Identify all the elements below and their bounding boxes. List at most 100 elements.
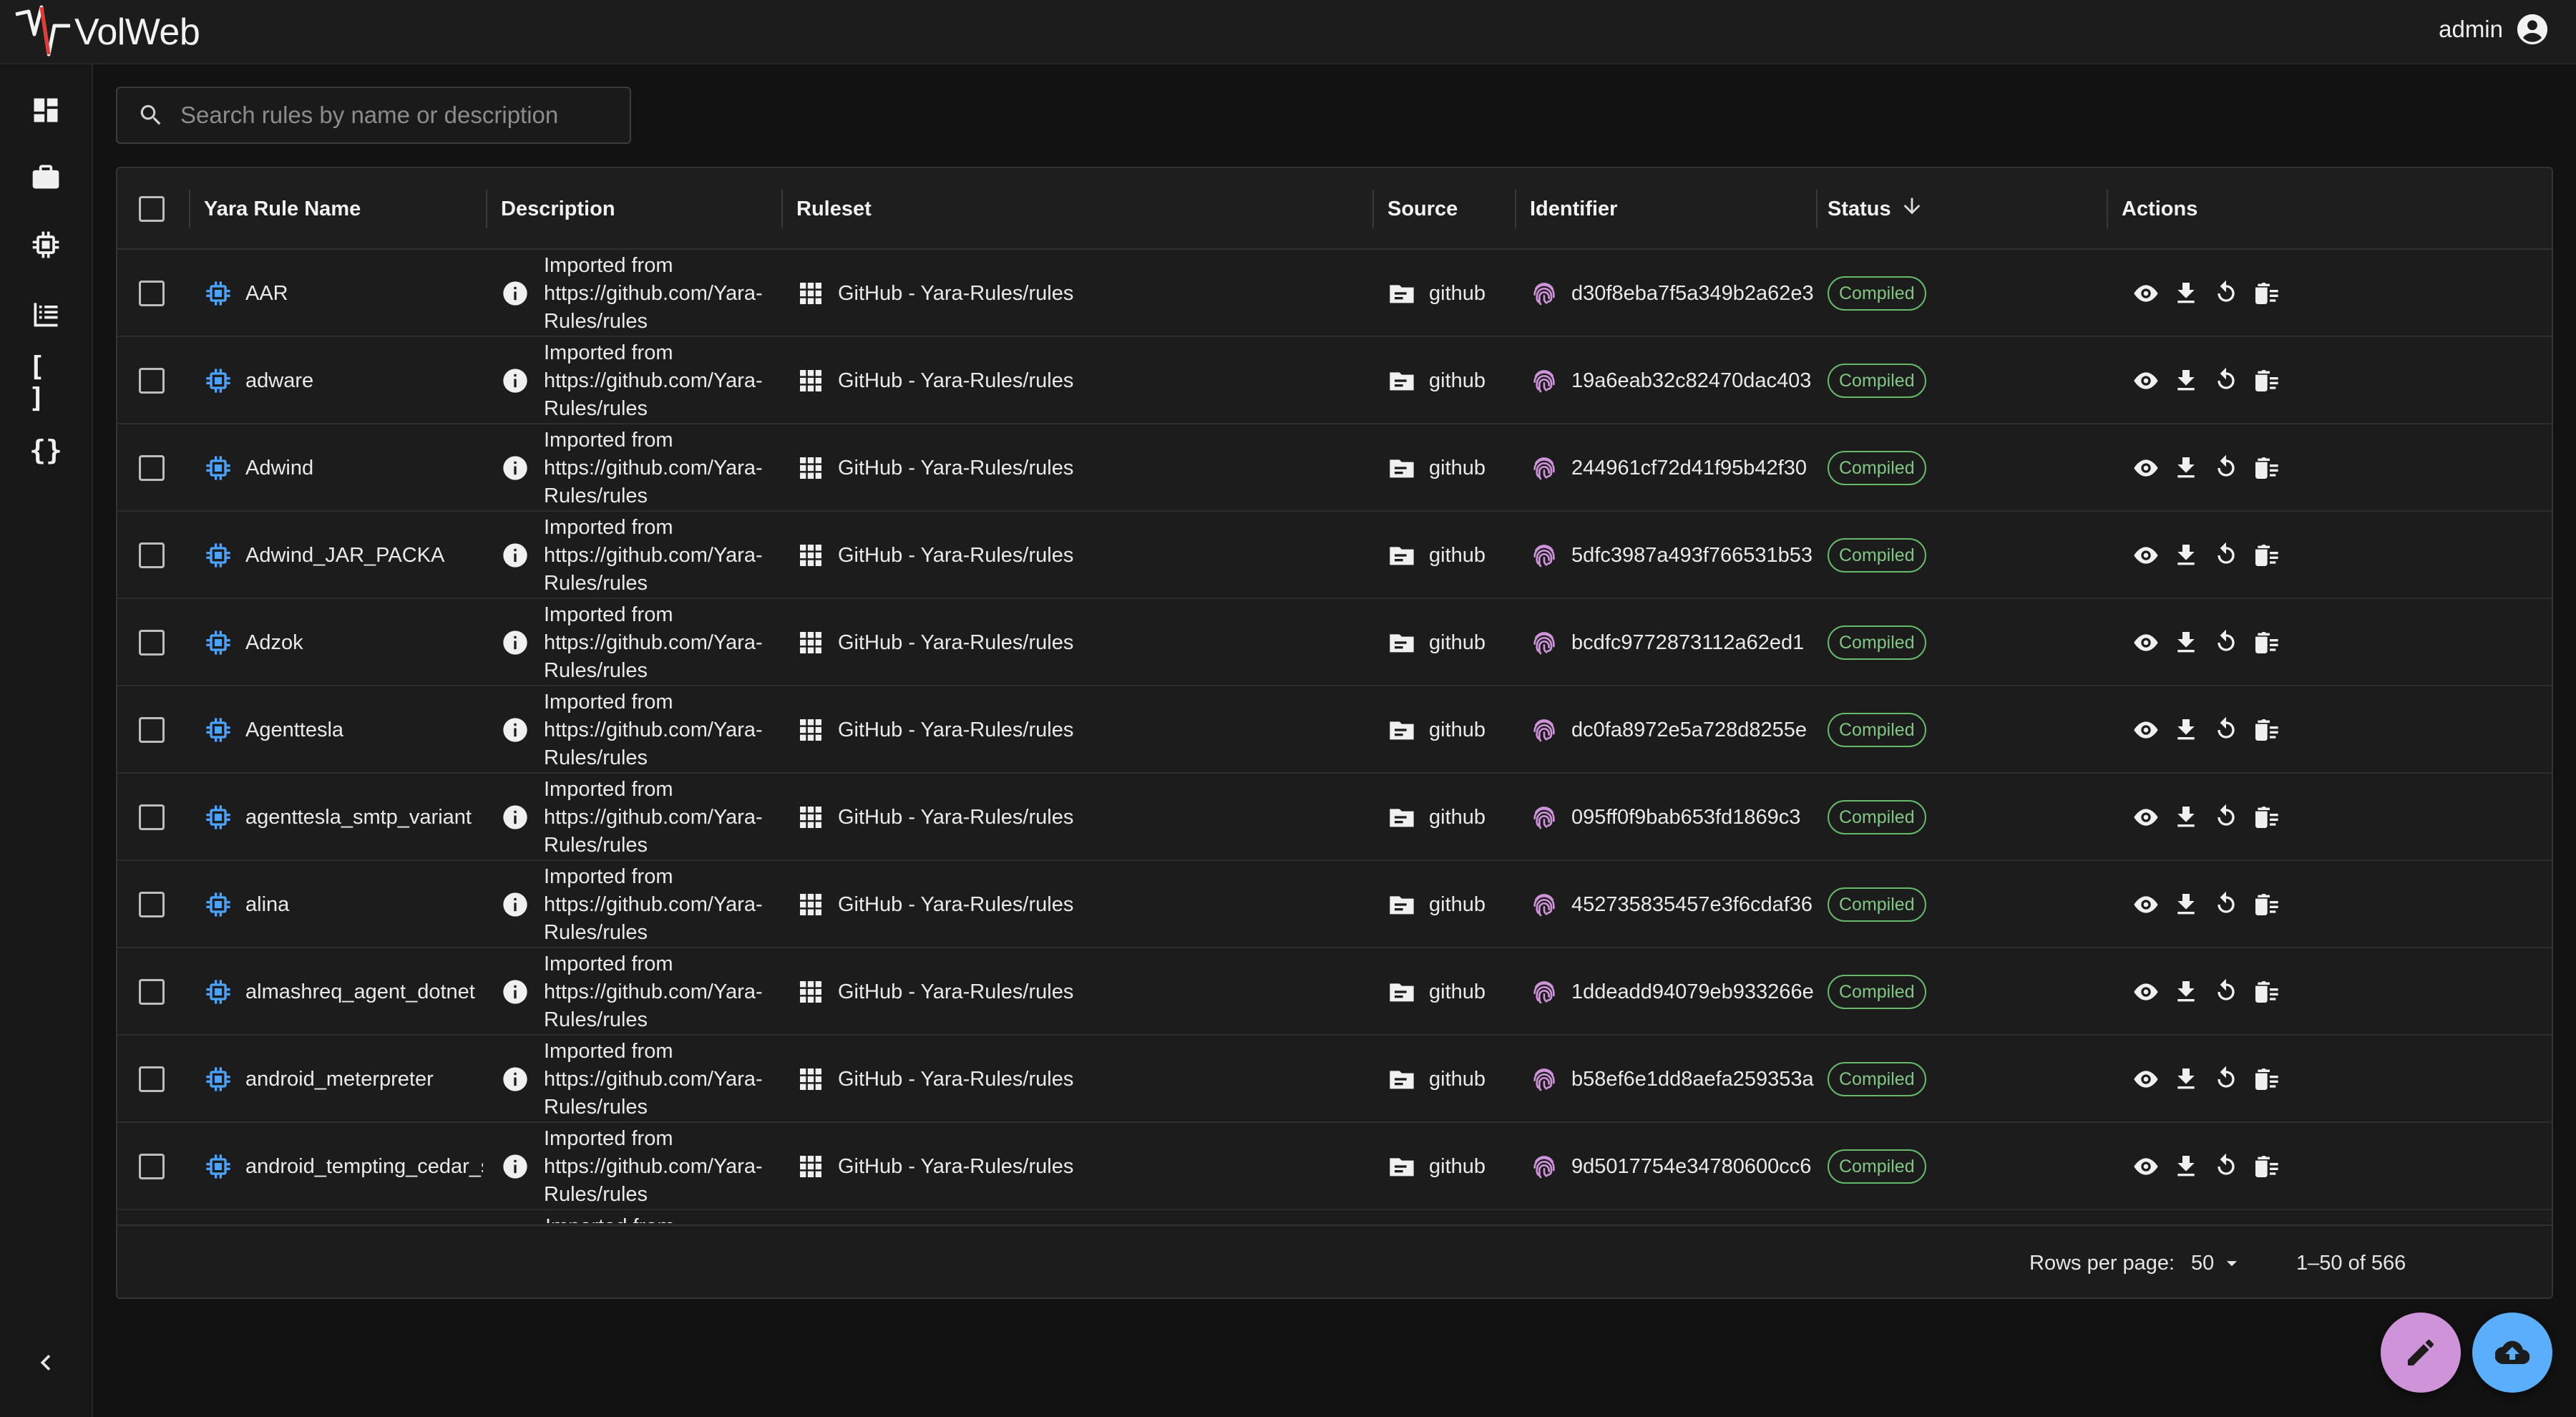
- row-checkbox[interactable]: [139, 979, 165, 1005]
- col-header-ruleset[interactable]: Ruleset: [796, 168, 872, 250]
- recompile-button[interactable]: [2208, 625, 2244, 661]
- recompile-button[interactable]: [2208, 276, 2244, 311]
- sort-direction[interactable]: [1891, 194, 1924, 224]
- refresh-icon: [2218, 454, 2235, 477]
- download-button[interactable]: [2168, 1061, 2204, 1097]
- col-header-source[interactable]: Source: [1387, 168, 1458, 250]
- download-button[interactable]: [2168, 363, 2204, 399]
- download-button[interactable]: [2168, 276, 2204, 311]
- row-checkbox[interactable]: [139, 281, 165, 306]
- download-button[interactable]: [2168, 887, 2204, 922]
- col-header-description[interactable]: Description: [501, 168, 615, 250]
- download-button[interactable]: [2168, 625, 2204, 661]
- recompile-button[interactable]: [2208, 537, 2244, 573]
- row-checkbox[interactable]: [139, 368, 165, 394]
- recompile-button[interactable]: [2208, 1061, 2244, 1097]
- row-checkbox[interactable]: [139, 1154, 165, 1179]
- status-cell: Compiled: [1828, 599, 1926, 686]
- view-button[interactable]: [2128, 887, 2164, 922]
- delete-button[interactable]: [2248, 276, 2284, 311]
- upload-fab-button[interactable]: [2472, 1313, 2552, 1393]
- download-button[interactable]: [2168, 799, 2204, 835]
- table-row[interactable]: alina Imported from https://github.com/Ya…: [117, 861, 2552, 948]
- brand[interactable]: VolWeb: [13, 4, 200, 60]
- sidebar-item-list[interactable]: [29, 296, 63, 331]
- info-icon: [503, 1067, 527, 1091]
- view-button[interactable]: [2128, 625, 2164, 661]
- view-icon: [2134, 1071, 2158, 1088]
- col-header-name[interactable]: Yara Rule Name: [204, 168, 361, 250]
- table-row[interactable]: AAR Imported from https://github.com/Yara…: [117, 250, 2552, 337]
- table-row[interactable]: adware Imported from https://github.com/Y…: [117, 337, 2552, 424]
- table-row[interactable]: almashreq_agent_dotnet Imported from http…: [117, 948, 2552, 1036]
- view-button[interactable]: [2128, 450, 2164, 486]
- sidebar-collapse-button[interactable]: [30, 1347, 62, 1378]
- recompile-button[interactable]: [2208, 974, 2244, 1010]
- recompile-button[interactable]: [2208, 887, 2244, 922]
- delete-button[interactable]: [2248, 625, 2284, 661]
- download-button[interactable]: [2168, 450, 2204, 486]
- identifier-cell: 5dfc3987a493f766531b53: [1530, 512, 1815, 599]
- ruleset-name: GitHub - Yara-Rules/rules: [838, 630, 1074, 654]
- table-row[interactable]: android_tempting_cedar_s Imported from ht…: [117, 1123, 2552, 1210]
- sidebar-item-brackets[interactable]: [ ]: [29, 351, 63, 414]
- ruleset-cell: GitHub - Yara-Rules/rules: [796, 774, 1073, 861]
- delete-button[interactable]: [2248, 1061, 2284, 1097]
- row-checkbox[interactable]: [139, 804, 165, 830]
- delete-button[interactable]: [2248, 712, 2284, 748]
- download-button[interactable]: [2168, 537, 2204, 573]
- view-button[interactable]: [2128, 974, 2164, 1010]
- row-checkbox[interactable]: [139, 892, 165, 917]
- delete-button[interactable]: [2248, 887, 2284, 922]
- sidebar-item-memory[interactable]: [29, 228, 63, 262]
- sidebar-item-dashboard[interactable]: [29, 93, 63, 127]
- delete-button[interactable]: [2248, 799, 2284, 835]
- user-menu[interactable]: admin: [2439, 13, 2549, 46]
- view-button[interactable]: [2128, 1061, 2164, 1097]
- recompile-button[interactable]: [2208, 450, 2244, 486]
- delete-button[interactable]: [2248, 974, 2284, 1010]
- folder-icon: [1390, 285, 1414, 303]
- grid-icon: [800, 894, 821, 915]
- sidebar-item-cases[interactable]: [29, 160, 63, 194]
- recompile-button[interactable]: [2208, 1149, 2244, 1184]
- download-button[interactable]: [2168, 712, 2204, 748]
- ruleset-cell: GitHub - Yara-Rules/rules: [796, 424, 1073, 512]
- row-checkbox[interactable]: [139, 717, 165, 743]
- row-checkbox[interactable]: [139, 455, 165, 481]
- view-button[interactable]: [2128, 1149, 2164, 1184]
- view-button[interactable]: [2128, 799, 2164, 835]
- table-row[interactable]: agenttesla_smtp_variant Imported from htt…: [117, 774, 2552, 861]
- download-button[interactable]: [2168, 1149, 2204, 1184]
- view-button[interactable]: [2128, 712, 2164, 748]
- recompile-button[interactable]: [2208, 712, 2244, 748]
- row-checkbox[interactable]: [139, 542, 165, 568]
- rule-name: AAR: [245, 281, 288, 305]
- view-button[interactable]: [2128, 537, 2164, 573]
- delete-button[interactable]: [2248, 450, 2284, 486]
- download-button[interactable]: [2168, 974, 2204, 1010]
- delete-button[interactable]: [2248, 363, 2284, 399]
- recompile-button[interactable]: [2208, 363, 2244, 399]
- table-row[interactable]: Agenttesla Imported from https://github.c…: [117, 686, 2552, 774]
- col-header-status[interactable]: Status: [1828, 168, 1924, 250]
- delete-button[interactable]: [2248, 537, 2284, 573]
- actions-cell: [2128, 861, 2288, 948]
- search-input[interactable]: [180, 102, 610, 129]
- table-row[interactable]: Adzok Imported from https://github.com/Ya…: [117, 599, 2552, 686]
- row-checkbox[interactable]: [139, 1066, 165, 1092]
- table-row[interactable]: Adwind_JAR_PACKA Imported from https://gi…: [117, 512, 2552, 599]
- rows-per-page-select[interactable]: 50: [2191, 1226, 2244, 1297]
- recompile-button[interactable]: [2208, 799, 2244, 835]
- table-row[interactable]: Adwind Imported from https://github.com/Y…: [117, 424, 2552, 512]
- col-header-identifier[interactable]: Identifier: [1530, 168, 1617, 250]
- row-checkbox[interactable]: [139, 630, 165, 656]
- edit-fab-button[interactable]: [2381, 1313, 2461, 1393]
- select-all-checkbox[interactable]: [139, 196, 165, 222]
- grid-icon: [800, 545, 821, 566]
- sidebar-item-curly-braces[interactable]: {}: [29, 433, 63, 467]
- delete-button[interactable]: [2248, 1149, 2284, 1184]
- view-button[interactable]: [2128, 363, 2164, 399]
- table-row[interactable]: android_meterpreter Imported from https:/…: [117, 1036, 2552, 1123]
- view-button[interactable]: [2128, 276, 2164, 311]
